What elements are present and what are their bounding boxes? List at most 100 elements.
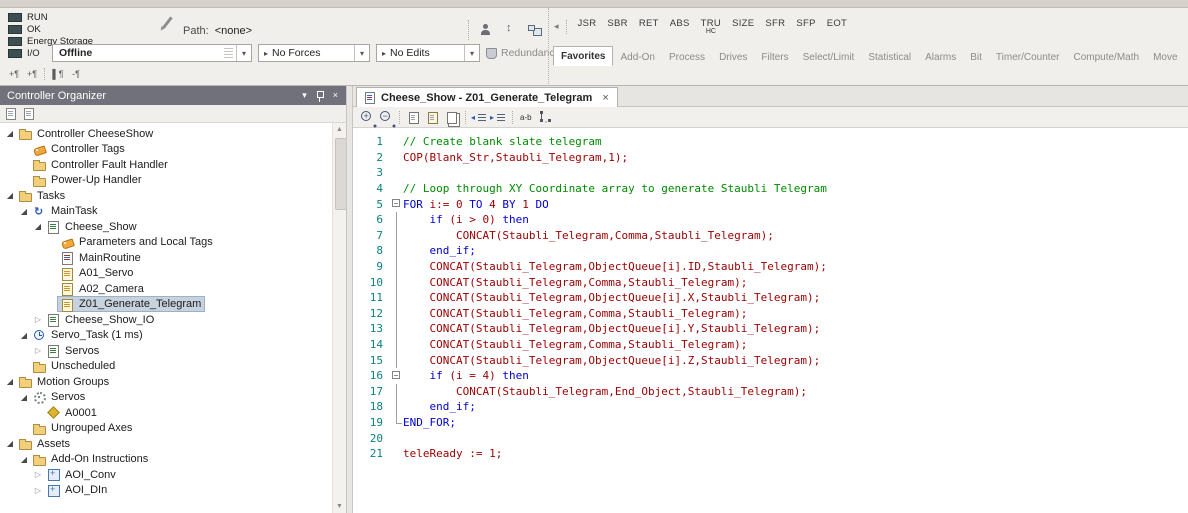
tree-item-a02-camera[interactable]: A02_Camera xyxy=(0,281,332,297)
instruction-eot[interactable]: EOT xyxy=(827,18,847,29)
tree-scrollbar[interactable]: ▲ ▼ xyxy=(332,123,347,513)
code-text[interactable]: FOR i:= 0 TO 4 BY 1 DO xyxy=(403,198,549,211)
tree-item-parameters-and-local-tags[interactable]: Parameters and Local Tags xyxy=(0,235,332,251)
chevron-down-icon[interactable]: ▾ xyxy=(302,91,307,100)
bookmark-icon-4[interactable]: -¶ xyxy=(68,66,84,81)
palette-tab-select-limit[interactable]: Select/Limit xyxy=(796,48,862,66)
filter-icon[interactable] xyxy=(21,107,37,121)
tree-item-motion-groups[interactable]: ◢ Motion Groups xyxy=(0,374,332,390)
outdent-icon[interactable] xyxy=(471,109,489,126)
expander-open-icon[interactable]: ◢ xyxy=(4,129,16,138)
code-text[interactable]: // Create blank slate telegram xyxy=(403,135,602,148)
palette-tab-bit[interactable]: Bit xyxy=(963,48,989,66)
code-line[interactable]: 10 CONCAT(Staubli_Telegram,Comma,Staubli… xyxy=(353,274,1188,290)
tree-item-assets[interactable]: ◢ Assets xyxy=(0,436,332,452)
palette-tab-compute-math[interactable]: Compute/Math xyxy=(1066,48,1146,66)
zoom-in-icon[interactable] xyxy=(358,109,376,126)
zoom-out-icon[interactable] xyxy=(377,109,395,126)
code-line[interactable]: 13 CONCAT(Staubli_Telegram,ObjectQueue[i… xyxy=(353,321,1188,337)
code-text[interactable]: if (i = 4) then xyxy=(403,369,529,382)
close-icon[interactable]: × xyxy=(333,91,338,100)
code-line[interactable]: 20 xyxy=(353,430,1188,446)
expander-open-icon[interactable]: ◢ xyxy=(4,439,16,448)
bookmark-icon-2[interactable]: +¶ xyxy=(24,66,40,81)
structured-text-editor[interactable]: 1 // Create blank slate telegram 2 COP(Blan… xyxy=(353,128,1188,513)
ab-icon[interactable] xyxy=(518,109,536,126)
chevron-left-icon[interactable]: ◂ xyxy=(551,21,562,32)
code-text[interactable]: CONCAT(Staubli_Telegram,ObjectQueue[i].X… xyxy=(403,291,820,304)
palette-tab-move[interactable]: Move xyxy=(1146,48,1184,66)
palette-tab-add-on[interactable]: Add-On xyxy=(613,48,661,66)
code-text[interactable]: CONCAT(Staubli_Telegram,ObjectQueue[i].Y… xyxy=(403,322,820,335)
code-text[interactable]: // Loop through XY Coordinate array to g… xyxy=(403,182,827,195)
instruction-jsr[interactable]: JSR xyxy=(578,18,597,29)
code-line[interactable]: 6 if (i > 0) then xyxy=(353,211,1188,228)
duplicate-icon[interactable] xyxy=(443,109,461,126)
chevron-down-icon[interactable]: ▾ xyxy=(354,45,369,61)
code-text[interactable]: teleReady := 1; xyxy=(403,447,502,460)
expander-closed-icon[interactable]: ▷ xyxy=(32,470,44,479)
code-line[interactable]: 5 FOR i:= 0 TO 4 BY 1 DO xyxy=(353,196,1188,212)
expander-open-icon[interactable]: ◢ xyxy=(18,207,30,216)
expander-open-icon[interactable]: ◢ xyxy=(32,222,44,231)
chevron-down-icon[interactable]: ▾ xyxy=(236,45,251,61)
bookmark-icon-3[interactable]: ▌¶ xyxy=(50,66,66,81)
expander-closed-icon[interactable]: ▷ xyxy=(32,346,44,355)
close-icon[interactable]: × xyxy=(602,92,608,104)
code-line[interactable]: 18 end_if; xyxy=(353,399,1188,415)
tree-item-ungrouped-axes[interactable]: Ungrouped Axes xyxy=(0,421,332,437)
code-line[interactable]: 15 CONCAT(Staubli_Telegram,ObjectQueue[i… xyxy=(353,352,1188,368)
code-text[interactable]: END_FOR; xyxy=(403,416,456,429)
code-text[interactable]: end_if; xyxy=(403,400,476,413)
pin-icon[interactable] xyxy=(316,90,324,102)
expander-closed-icon[interactable]: ▷ xyxy=(32,315,44,324)
tree-item-aoi-din[interactable]: ▷ AOI_DIn xyxy=(0,483,332,499)
copy-icon[interactable] xyxy=(405,109,423,126)
network-path-icon[interactable] xyxy=(524,20,544,40)
tree-item-a0001[interactable]: A0001 xyxy=(0,405,332,421)
code-text[interactable]: CONCAT(Staubli_Telegram,ObjectQueue[i].I… xyxy=(403,260,826,273)
tree-item-maintask[interactable]: ◢ MainTask xyxy=(0,204,332,220)
code-text[interactable]: CONCAT(Staubli_Telegram,End_Object,Staub… xyxy=(403,385,807,398)
code-text[interactable]: if (i > 0) then xyxy=(403,213,529,226)
fold-box-icon[interactable] xyxy=(391,196,403,212)
collapse-all-icon[interactable] xyxy=(3,107,19,121)
code-line[interactable]: 19 END_FOR; xyxy=(353,414,1188,431)
tree-item-mainroutine[interactable]: MainRoutine xyxy=(0,250,332,266)
tree-item-servos[interactable]: ▷ Servos xyxy=(0,343,332,359)
upload-download-icon[interactable] xyxy=(500,20,520,40)
code-line[interactable]: 7 CONCAT(Staubli_Telegram,Comma,Staubli_… xyxy=(353,227,1188,244)
code-line[interactable]: 14 CONCAT(Staubli_Telegram,Comma,Staubli… xyxy=(353,336,1188,353)
code-text[interactable]: CONCAT(Staubli_Telegram,Comma,Staubli_Te… xyxy=(403,276,747,289)
code-text[interactable]: CONCAT(Staubli_Telegram,Comma,Staubli_Te… xyxy=(403,338,747,351)
code-line[interactable]: 3 xyxy=(353,165,1188,181)
instruction-size[interactable]: SIZE xyxy=(732,18,754,29)
code-line[interactable]: 11 CONCAT(Staubli_Telegram,ObjectQueue[i… xyxy=(353,289,1188,306)
expander-open-icon[interactable]: ◢ xyxy=(4,191,16,200)
offline-dropdown[interactable]: Offline ▾ xyxy=(52,44,252,62)
tree-item-tasks[interactable]: ◢ Tasks xyxy=(0,188,332,204)
who-active-icon[interactable] xyxy=(476,20,496,40)
tree-item-controller-tags[interactable]: Controller Tags xyxy=(0,142,332,158)
tree-item-a01-servo[interactable]: A01_Servo xyxy=(0,266,332,282)
code-text[interactable]: CONCAT(Staubli_Telegram,Comma,Staubli_Te… xyxy=(403,307,747,320)
code-text[interactable]: end_if; xyxy=(403,244,476,257)
code-line[interactable]: 21 teleReady := 1; xyxy=(353,446,1188,462)
fold-box-icon[interactable] xyxy=(391,368,403,384)
instruction-abs[interactable]: ABS xyxy=(670,18,690,29)
code-line[interactable]: 2 COP(Blank_Str,Staubli_Telegram,1); xyxy=(353,150,1188,166)
paste-icon[interactable] xyxy=(424,109,442,126)
tree-item-unscheduled[interactable]: Unscheduled xyxy=(0,359,332,375)
code-line[interactable]: 1 // Create blank slate telegram xyxy=(353,134,1188,150)
instruction-sbr[interactable]: SBR xyxy=(607,18,627,29)
no-forces-dropdown[interactable]: ▸ No Forces ▾ xyxy=(258,44,370,62)
tree-item-aoi-conv[interactable]: ▷ AOI_Conv xyxy=(0,467,332,483)
expander-open-icon[interactable]: ◢ xyxy=(4,377,16,386)
instruction-sfr[interactable]: SFR xyxy=(765,18,785,29)
scroll-up-icon[interactable]: ▲ xyxy=(333,126,346,133)
code-text[interactable]: COP(Blank_Str,Staubli_Telegram,1); xyxy=(403,151,628,164)
tree-item-controller-cheeseshow[interactable]: ◢ Controller CheeseShow xyxy=(0,126,332,142)
chevron-down-icon[interactable]: ▾ xyxy=(464,45,479,61)
tree-item-add-on-instructions[interactable]: ◢ Add-On Instructions xyxy=(0,452,332,468)
tree-item-power-up-handler[interactable]: Power-Up Handler xyxy=(0,173,332,189)
